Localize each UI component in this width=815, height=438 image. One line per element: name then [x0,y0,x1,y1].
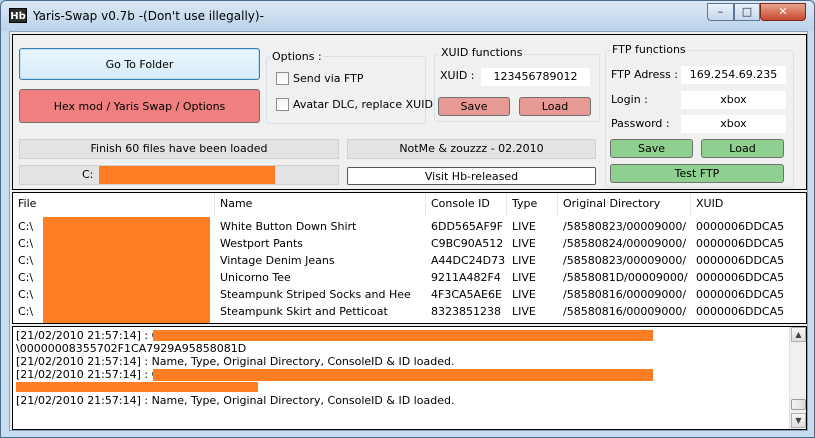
window-title: Yaris-Swap v0.7b -(Don't use illegally)- [33,9,264,23]
login-input[interactable]: xbox [680,90,787,110]
log-line: [21/02/2010 21:57:14] : Name, Type, Orig… [16,394,455,407]
ftp-save-button[interactable]: Save [610,139,693,158]
ftp-address-label: FTP Adress : [611,68,679,81]
path-prefix: C: [82,168,94,181]
hex-mod-options-button[interactable]: Hex mod / Yaris Swap / Options [19,89,260,123]
status-text: Finish 60 files have been loaded [19,139,339,159]
log-line: \00000008355702F1CA7929A95858081D [16,342,247,355]
app-window: Hb Yaris-Swap v0.7b -(Don't use illegall… [0,0,815,438]
password-input[interactable]: xbox [680,114,787,134]
table-cell-xuid: 0000006DDCA5 [696,220,785,233]
table-cell-xuid: 0000006DDCA5 [696,254,785,267]
table-cell-name: Steampunk Striped Socks and Hee [220,288,411,301]
log-line: [21/02/2010 21:57:14] : Name, Type, Orig… [16,355,455,368]
log-line: [21/02/2010 21:57:14] : C:\ [16,329,167,342]
ftp-title: FTP functions [610,43,688,56]
log-output[interactable]: [21/02/2010 21:57:14] : C:\ \00000008355… [12,326,807,430]
table-cell-name: Unicorno Tee [220,271,291,284]
table-cell-dir: /5858081D/00009000/ [563,271,688,284]
avatar-dlc-label[interactable]: Avatar DLC, replace XUID [293,98,433,111]
table-cell-dir: /58580824/00009000/ [563,237,687,250]
table-cell-type: LIVE [512,220,536,233]
column-header-file[interactable]: File [13,193,215,215]
table-cell-type: LIVE [512,254,536,267]
xuid-load-button[interactable]: Load [519,97,591,116]
table-cell-dir: /58580816/00009000/ [563,305,687,318]
table-cell-type: LIVE [512,305,536,318]
xuid-save-button[interactable]: Save [438,97,510,116]
column-header-console-id[interactable]: Console ID [426,193,507,215]
send-ftp-label[interactable]: Send via FTP [293,72,364,85]
ftp-address-input[interactable]: 169.254.69.235 [680,65,787,85]
log-redaction [16,382,258,392]
table-cell-dir: /58580823/00009000/ [563,220,687,233]
table-cell-type: LIVE [512,237,536,250]
table-cell-type: LIVE [512,271,536,284]
credits-text: NotMe & zouzzz - 02.2010 [347,139,596,159]
log-line: [21/02/2010 21:57:14] : C:\ [16,368,167,381]
column-header-original-directory[interactable]: Original Directory [558,193,691,215]
table-cell-xuid: 0000006DDCA5 [696,305,785,318]
table-cell-xuid: 0000006DDCA5 [696,271,785,284]
options-title: Options : [270,50,324,63]
table-cell-name: Westport Pants [220,237,303,250]
table-cell-name: Steampunk Skirt and Petticoat [220,305,388,318]
xuid-title: XUID functions [439,46,525,59]
table-cell-xuid: 0000006DDCA5 [696,288,785,301]
column-header-xuid[interactable]: XUID [691,193,806,215]
send-ftp-checkbox[interactable] [276,72,289,85]
scroll-up-icon[interactable]: ▲ [791,327,806,342]
password-label: Password : [611,117,670,130]
table-cell-name: White Button Down Shirt [220,220,357,233]
column-header-type[interactable]: Type [507,193,558,215]
close-button[interactable]: ✕ [760,3,806,21]
path-redaction [99,166,275,184]
visit-hb-released-button[interactable]: Visit Hb-released [347,167,596,185]
scroll-thumb[interactable] [791,399,806,410]
log-redaction [153,369,653,381]
maximize-button[interactable]: □ [734,3,760,21]
table-cell-dir: /58580816/00009000/ [563,288,687,301]
table-cell-console-id: 9211A482F4 [431,271,501,284]
table-cell-console-id: A44DC24D73 [431,254,506,267]
log-redaction [153,330,653,341]
test-ftp-button[interactable]: Test FTP [610,164,784,183]
top-panel: Go To Folder Hex mod / Yaris Swap / Opti… [12,34,807,190]
table-cell-console-id: C9BC90A512 [431,237,504,250]
table-cell-name: Vintage Denim Jeans [220,254,335,267]
app-icon: Hb [9,8,27,23]
xuid-input[interactable]: 123456789012 [480,67,591,87]
xuid-label: XUID : [440,69,475,82]
options-group [266,56,426,124]
file-column-redaction [43,217,210,323]
login-label: Login : [611,93,648,106]
scroll-down-icon[interactable]: ▼ [791,413,806,428]
table-cell-console-id: 8323851238 [431,305,501,318]
column-header-name[interactable]: Name [215,193,426,215]
table-cell-type: LIVE [512,288,536,301]
go-to-folder-button[interactable]: Go To Folder [19,48,260,80]
minimize-button[interactable]: – [707,3,734,21]
table-cell-dir: /58580823/00009000/ [563,254,687,267]
avatar-dlc-checkbox[interactable] [276,98,289,111]
ftp-load-button[interactable]: Load [701,139,784,158]
client-area: Go To Folder Hex mod / Yaris Swap / Opti… [9,31,808,431]
table-cell-console-id: 6DD565AF9F [431,220,504,233]
table-cell-xuid: 0000006DDCA5 [696,237,785,250]
table-cell-console-id: 4F3CA5AE6E [431,288,502,301]
log-scrollbar[interactable]: ▲ ▼ [789,327,806,429]
title-bar[interactable]: Hb Yaris-Swap v0.7b -(Don't use illegall… [1,1,814,31]
file-list[interactable]: File Name Console ID Type Original Direc… [12,192,807,324]
